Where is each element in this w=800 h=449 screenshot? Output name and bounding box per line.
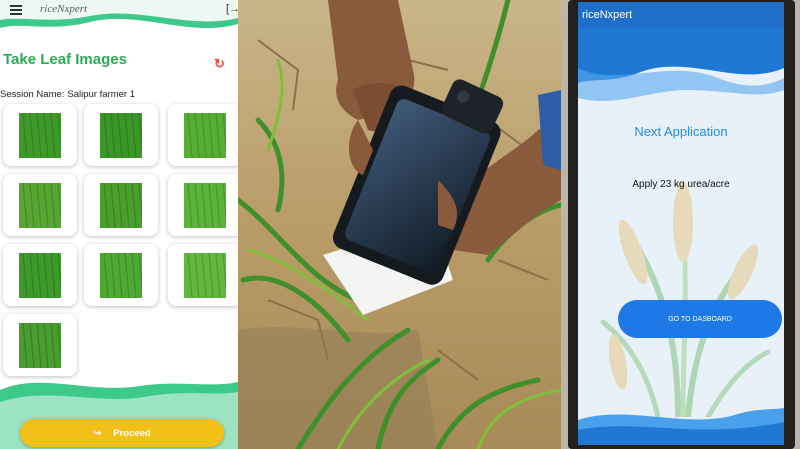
session-name: Session Name: Salipur farmer 1	[0, 89, 135, 100]
leaf-thumbnail[interactable]	[3, 104, 77, 166]
fertilizer-recommendation: Apply 23 kg urea/acre	[632, 179, 730, 190]
leaf-thumbnail[interactable]	[3, 244, 77, 306]
leaf-thumbnail[interactable]	[168, 244, 238, 306]
rice-plant-illustration	[600, 182, 771, 417]
field-photo-image	[238, 0, 561, 449]
leaf-thumbnail[interactable]	[168, 104, 238, 166]
leaf-capture-screen: riceNxpert [→ Take Leaf Images ↻ Session…	[0, 0, 238, 449]
leaf-image	[19, 323, 61, 368]
footer-wave	[578, 408, 784, 445]
recommendation-photo: riceNxpert Next Application Apply 23 kg …	[561, 0, 800, 449]
app-title: riceNxpert	[582, 9, 633, 21]
field-photo	[238, 0, 561, 449]
app-bar: riceNxpert	[578, 2, 784, 29]
session-label: Session Name:	[0, 89, 65, 100]
recommendation-screen: riceNxpert Next Application Apply 23 kg …	[578, 2, 784, 445]
hamburger-menu-icon[interactable]	[10, 5, 22, 15]
leaf-thumbnail[interactable]	[3, 314, 77, 376]
page-title: Take Leaf Images	[3, 51, 127, 68]
leaf-thumbnail[interactable]	[168, 174, 238, 236]
logout-icon[interactable]: [→	[226, 3, 238, 15]
leaf-thumbnail[interactable]	[3, 174, 77, 236]
session-value: Salipur farmer 1	[67, 89, 136, 100]
leaf-image	[19, 253, 61, 298]
leaf-image	[100, 113, 142, 158]
proceed-label: Proceed	[113, 427, 151, 439]
header-wave	[578, 28, 784, 102]
leaf-thumbnail[interactable]	[84, 244, 158, 306]
leaf-image	[100, 183, 142, 228]
app-logo: riceNxpert	[40, 3, 88, 15]
leaf-image	[184, 183, 226, 228]
leaf-thumbnail[interactable]	[84, 104, 158, 166]
go-to-dashboard-button[interactable]: GO TO DASBOARD	[618, 300, 782, 338]
app-header: riceNxpert [→	[0, 0, 238, 20]
proceed-button[interactable]: ↪ Proceed	[20, 419, 224, 447]
leaf-image	[19, 113, 61, 158]
leaf-image	[184, 113, 226, 158]
proceed-arrow-icon: ↪	[93, 427, 102, 439]
next-application-heading: Next Application	[634, 124, 728, 139]
leaf-thumbnail[interactable]	[84, 174, 158, 236]
leaf-image	[184, 253, 226, 298]
leaf-image	[100, 253, 142, 298]
leaf-image	[19, 183, 61, 228]
refresh-icon[interactable]: ↻	[214, 56, 225, 72]
